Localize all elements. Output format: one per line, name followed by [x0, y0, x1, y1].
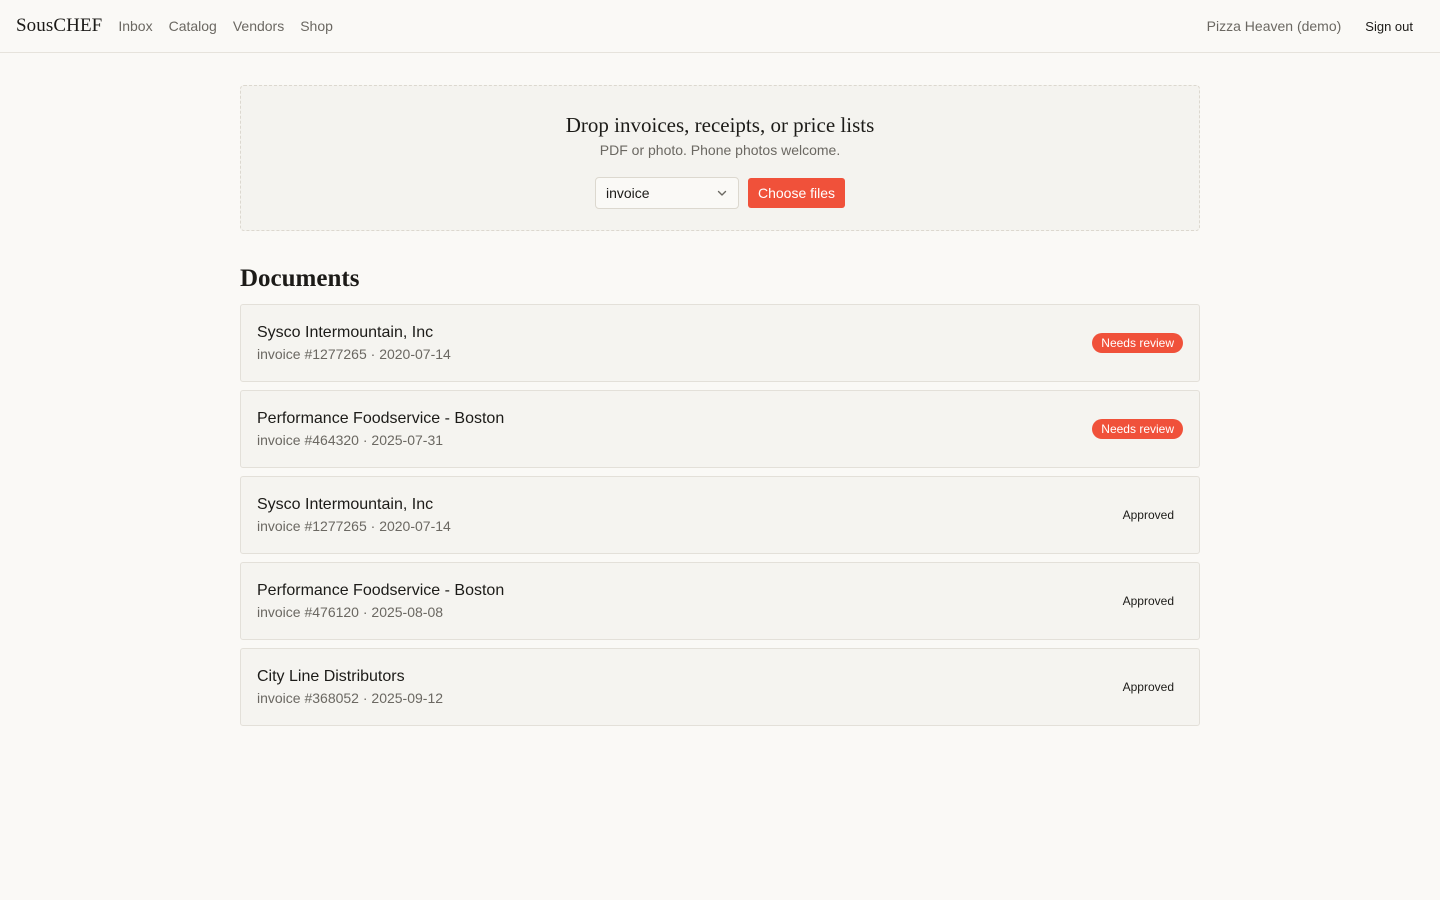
- main-content: Drop invoices, receipts, or price lists …: [240, 53, 1200, 726]
- organization-name: Pizza Heaven (demo): [1206, 18, 1342, 34]
- nav-shop[interactable]: Shop: [300, 18, 333, 34]
- document-meta: invoice #476120 · 2025-08-08: [257, 604, 444, 620]
- document-meta: invoice #368052 · 2025-09-12: [257, 690, 444, 706]
- document-row[interactable]: Sysco Intermountain, Inc invoice #127726…: [240, 304, 1200, 382]
- nav-inbox[interactable]: Inbox: [118, 18, 152, 34]
- sign-out-button[interactable]: Sign out: [1365, 19, 1413, 34]
- document-meta: invoice #1277265 · 2020-07-14: [257, 518, 451, 534]
- account-area: Pizza Heaven (demo) Sign out: [1207, 0, 1413, 52]
- top-nav-bar: SousCHEF Inbox Catalog Vendors Shop Pizz…: [0, 0, 1440, 53]
- document-type-select[interactable]: invoice: [594, 177, 739, 209]
- documents-heading: Documents: [240, 265, 360, 292]
- choose-files-button[interactable]: Choose files: [747, 178, 846, 208]
- document-vendor: Performance Foodservice - Boston: [257, 410, 505, 427]
- upload-controls: invoice Choose files: [241, 177, 1199, 209]
- document-row[interactable]: City Line Distributors invoice #368052 ·…: [240, 648, 1200, 726]
- status-badge: Needs review: [1092, 419, 1183, 439]
- document-vendor: Performance Foodservice - Boston: [257, 582, 505, 599]
- document-vendor: City Line Distributors: [257, 668, 405, 685]
- document-row[interactable]: Sysco Intermountain, Inc invoice #127726…: [240, 476, 1200, 554]
- nav-catalog[interactable]: Catalog: [169, 18, 217, 34]
- document-row[interactable]: Performance Foodservice - Boston invoice…: [240, 390, 1200, 468]
- document-meta: invoice #1277265 · 2020-07-14: [257, 346, 451, 362]
- document-vendor: Sysco Intermountain, Inc: [257, 324, 434, 341]
- nav-vendors[interactable]: Vendors: [233, 18, 284, 34]
- document-meta: invoice #464320 · 2025-07-31: [257, 432, 444, 448]
- dropzone-title: Drop invoices, receipts, or price lists: [565, 113, 875, 137]
- chevron-down-icon: [717, 190, 727, 196]
- status-badge: Approved: [1122, 508, 1174, 522]
- dropzone-subtitle: PDF or photo. Phone photos welcome.: [599, 142, 841, 158]
- document-type-value: invoice: [605, 185, 650, 201]
- document-vendor: Sysco Intermountain, Inc: [257, 496, 434, 513]
- status-badge: Approved: [1122, 680, 1174, 694]
- upload-dropzone[interactable]: Drop invoices, receipts, or price lists …: [240, 85, 1200, 231]
- documents-list: Sysco Intermountain, Inc invoice #127726…: [240, 304, 1200, 726]
- status-badge: Approved: [1122, 594, 1174, 608]
- document-row[interactable]: Performance Foodservice - Boston invoice…: [240, 562, 1200, 640]
- status-badge: Needs review: [1092, 333, 1183, 353]
- brand-logo[interactable]: SousCHEF: [16, 15, 102, 37]
